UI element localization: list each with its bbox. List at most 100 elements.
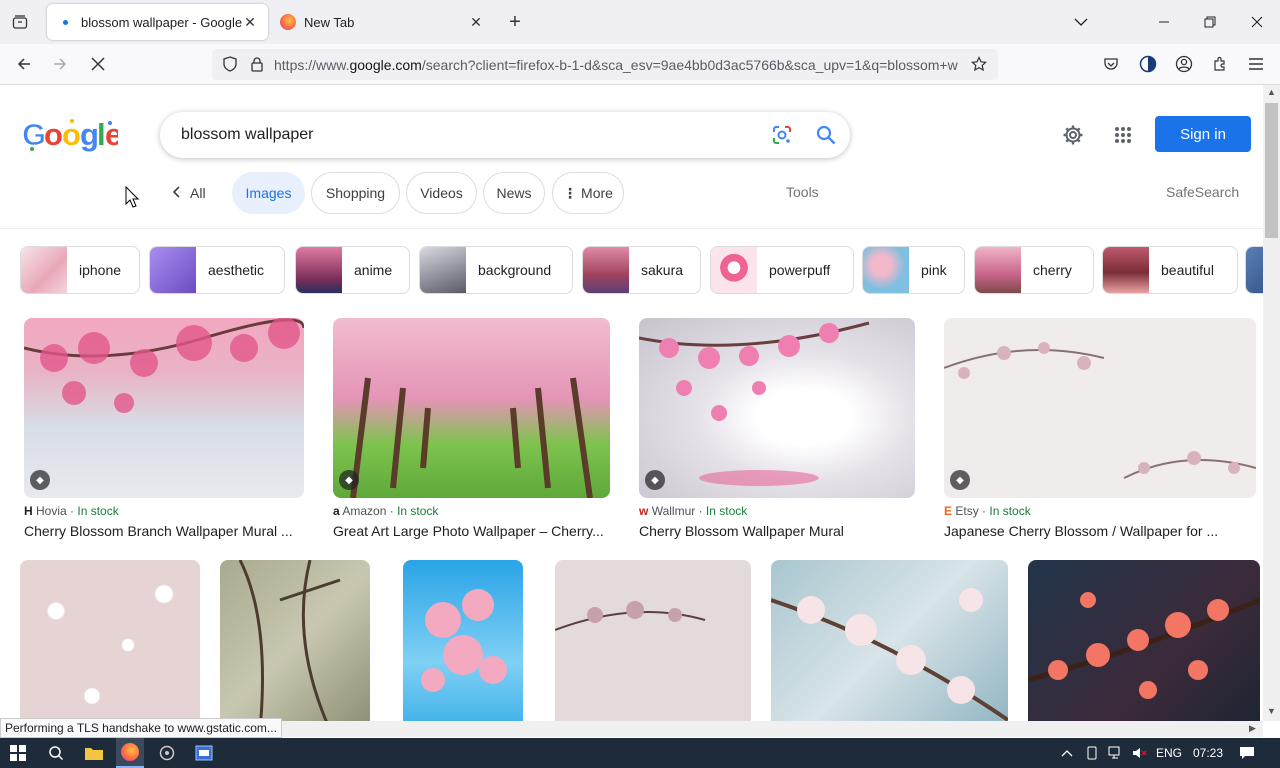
close-tab-icon[interactable]: ✕ bbox=[468, 14, 484, 31]
pocket-icon[interactable] bbox=[1097, 50, 1125, 78]
chip-thumbnail bbox=[583, 247, 629, 293]
notifications-icon[interactable] bbox=[1234, 738, 1260, 768]
chevron-down-icon[interactable] bbox=[1058, 0, 1104, 44]
tab-all-label: All bbox=[190, 185, 206, 201]
svg-text:G: G bbox=[22, 117, 46, 152]
tab-new-tab[interactable]: New Tab ✕ bbox=[270, 4, 494, 40]
google-lens-icon[interactable] bbox=[762, 124, 802, 146]
related-chip-iphone[interactable]: iphone bbox=[20, 246, 140, 294]
forward-arrow-icon[interactable] bbox=[46, 50, 74, 78]
tab-shopping[interactable]: Shopping bbox=[311, 172, 400, 214]
related-chip-pink[interactable]: pink bbox=[862, 246, 965, 294]
product-tag-icon: ◆ bbox=[30, 470, 50, 490]
network-icon[interactable] bbox=[1106, 738, 1126, 768]
new-tab-plus-icon[interactable]: + bbox=[501, 8, 529, 36]
account-icon[interactable] bbox=[1170, 50, 1198, 78]
search-icon[interactable] bbox=[42, 738, 70, 768]
related-chip-powerpuff[interactable]: powerpuff bbox=[710, 246, 854, 294]
result-title[interactable]: Cherry Blossom Branch Wallpaper Mural ..… bbox=[24, 523, 304, 539]
chip-thumbnail bbox=[863, 247, 909, 293]
clock-time[interactable]: 07:23 bbox=[1190, 738, 1226, 768]
stop-loading-icon[interactable] bbox=[84, 50, 112, 78]
search-box[interactable]: blossom wallpaper bbox=[160, 112, 850, 158]
close-tab-icon[interactable]: ✕ bbox=[242, 14, 258, 31]
bookmark-star-icon[interactable] bbox=[965, 50, 993, 78]
shield-icon[interactable] bbox=[216, 50, 244, 78]
result-image[interactable]: ◆ bbox=[24, 318, 304, 498]
windows-start-icon[interactable] bbox=[4, 738, 32, 768]
related-chip-sakura[interactable]: sakura bbox=[582, 246, 701, 294]
result-image[interactable] bbox=[1028, 560, 1260, 721]
related-chip-background[interactable]: background bbox=[419, 246, 573, 294]
result-image[interactable] bbox=[220, 560, 370, 721]
file-explorer-icon[interactable] bbox=[80, 738, 108, 768]
chip-label: aesthetic bbox=[208, 262, 265, 278]
google-apps-grid-icon[interactable] bbox=[1108, 120, 1138, 150]
menu-hamburger-icon[interactable] bbox=[1242, 50, 1270, 78]
language-indicator[interactable]: ENG bbox=[1154, 738, 1184, 768]
search-input[interactable]: blossom wallpaper bbox=[181, 126, 762, 144]
result-title[interactable]: Cherry Blossom Wallpaper Mural bbox=[639, 523, 915, 539]
minimize-icon[interactable] bbox=[1141, 0, 1187, 44]
chip-label: background bbox=[478, 262, 552, 278]
chip-thumbnail bbox=[420, 247, 466, 293]
vertical-scrollbar[interactable]: ▲ ▼ bbox=[1263, 85, 1280, 721]
chip-thumbnail bbox=[1246, 247, 1263, 293]
tab-videos[interactable]: Videos bbox=[406, 172, 477, 214]
result-title[interactable]: Great Art Large Photo Wallpaper – Cherry… bbox=[333, 523, 610, 539]
status-text: Performing a TLS handshake to www.gstati… bbox=[0, 718, 282, 738]
tab-images[interactable]: Images bbox=[232, 172, 305, 214]
chevron-up-icon[interactable] bbox=[1057, 738, 1077, 768]
volume-muted-icon[interactable] bbox=[1130, 738, 1150, 768]
scrollbar-thumb[interactable] bbox=[1265, 103, 1278, 238]
scroll-right-arrow-icon[interactable]: ▶ bbox=[1249, 723, 1256, 734]
related-chip-beautiful[interactable]: beautiful bbox=[1102, 246, 1238, 294]
result-image[interactable]: ◆ bbox=[944, 318, 1256, 498]
related-chip-anime[interactable]: anime bbox=[295, 246, 410, 294]
related-chip-partial[interactable] bbox=[1245, 246, 1263, 294]
result-image[interactable] bbox=[555, 560, 751, 721]
google-doodle-logo[interactable]: G o o g l e bbox=[22, 115, 123, 155]
list-all-tabs-icon[interactable] bbox=[6, 8, 34, 36]
result-image[interactable] bbox=[20, 560, 200, 721]
lock-icon[interactable] bbox=[243, 50, 271, 78]
tab-more[interactable]: ⋮ More bbox=[552, 172, 624, 214]
sign-in-button[interactable]: Sign in bbox=[1155, 116, 1251, 152]
extension-contrast-icon[interactable] bbox=[1134, 50, 1162, 78]
result-image[interactable]: ◆ bbox=[639, 318, 915, 498]
result-title[interactable]: Japanese Cherry Blossom / Wallpaper for … bbox=[944, 523, 1234, 539]
result-source: a Amazon · In stock bbox=[333, 504, 439, 518]
settings-gear-icon[interactable] bbox=[1058, 120, 1088, 150]
chip-label: iphone bbox=[79, 262, 122, 278]
url-domain: google.com bbox=[349, 56, 422, 73]
search-magnifier-icon[interactable] bbox=[802, 125, 850, 145]
product-tag-icon: ◆ bbox=[950, 470, 970, 490]
tab-news[interactable]: News bbox=[483, 172, 545, 214]
app-window-icon[interactable] bbox=[190, 738, 218, 768]
scroll-up-arrow-icon[interactable]: ▲ bbox=[1265, 87, 1278, 99]
app-circle-icon[interactable] bbox=[153, 738, 181, 768]
restore-icon[interactable] bbox=[1187, 0, 1233, 44]
tab-google-search[interactable]: blossom wallpaper - Google Search ✕ bbox=[47, 4, 268, 40]
close-window-icon[interactable] bbox=[1234, 0, 1280, 44]
tab-all[interactable]: All bbox=[164, 172, 214, 214]
tools-button[interactable]: Tools bbox=[786, 184, 819, 200]
result-image[interactable]: ◆ bbox=[333, 318, 610, 498]
back-arrow-icon[interactable] bbox=[10, 50, 38, 78]
firefox-taskbar-icon[interactable] bbox=[116, 738, 144, 768]
extensions-puzzle-icon[interactable] bbox=[1206, 50, 1234, 78]
related-chip-aesthetic[interactable]: aesthetic bbox=[149, 246, 285, 294]
result-image[interactable] bbox=[403, 560, 523, 721]
result-image[interactable] bbox=[771, 560, 1008, 721]
url-bar[interactable]: https://www. google.com/search?client=fir… bbox=[212, 49, 998, 80]
related-chip-cherry[interactable]: cherry bbox=[974, 246, 1094, 294]
scroll-down-arrow-icon[interactable]: ▼ bbox=[1265, 706, 1278, 718]
safesearch-button[interactable]: SafeSearch bbox=[1166, 184, 1239, 200]
device-icon[interactable] bbox=[1082, 738, 1102, 768]
mouse-cursor-icon bbox=[125, 185, 140, 208]
result-source: H Hovia · In stock bbox=[24, 504, 119, 518]
chevron-left-icon bbox=[172, 185, 180, 201]
result-source: E Etsy · In stock bbox=[944, 504, 1031, 518]
product-tag-icon: ◆ bbox=[339, 470, 359, 490]
tab-more-label: More bbox=[581, 185, 613, 201]
